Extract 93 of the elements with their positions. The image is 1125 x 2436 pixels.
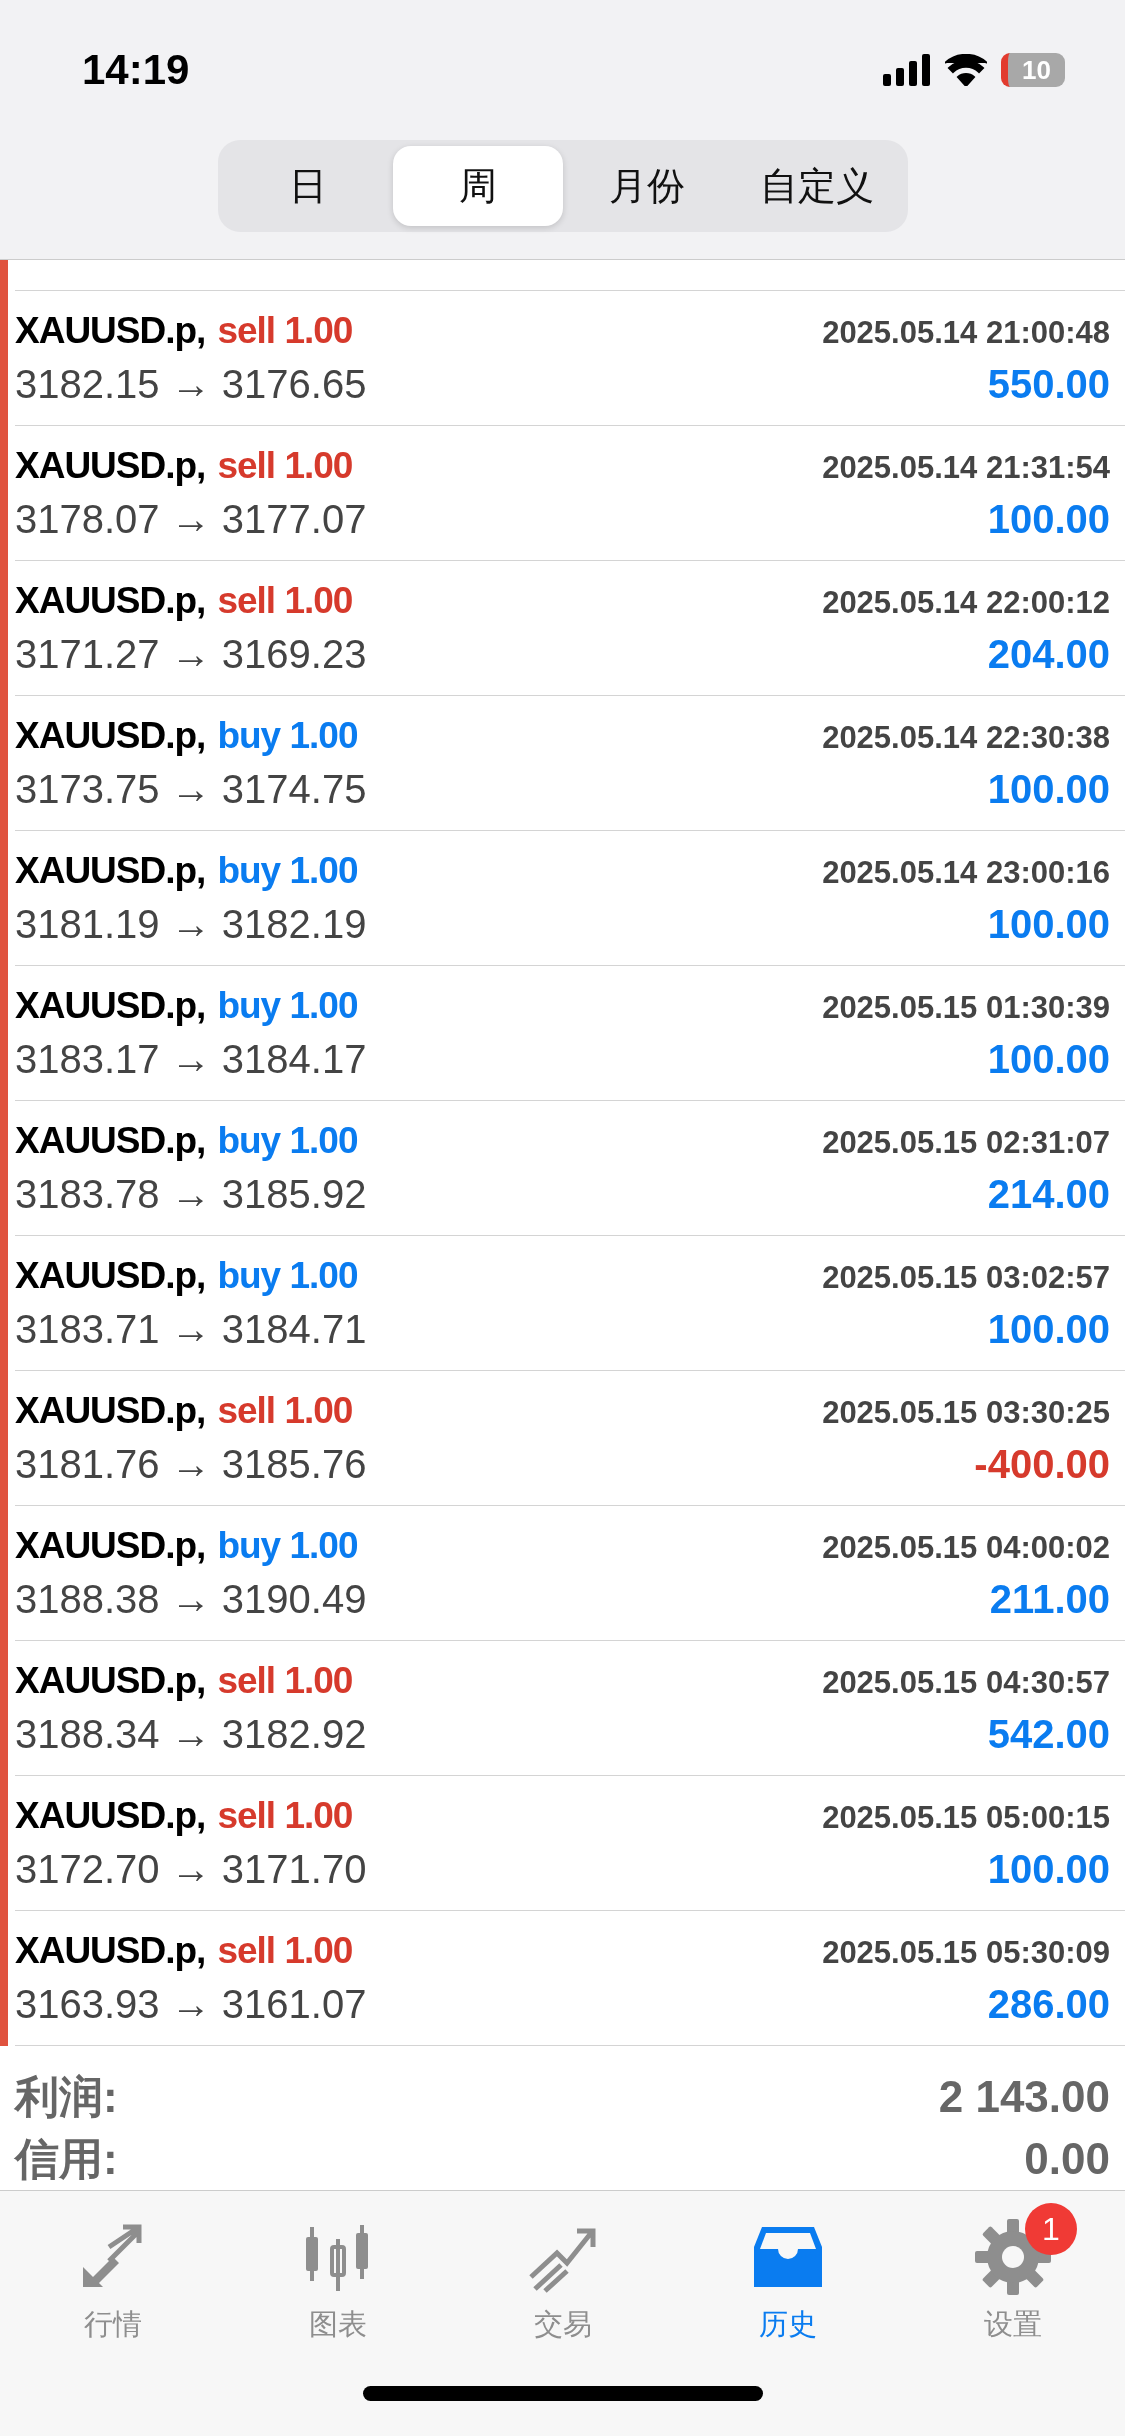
trade-symbol: XAUUSD.p, [15,309,206,352]
trade-row[interactable]: XAUUSD.p, sell 1.00 2025.05.15 05:30:09 3163.93 → 3161.07 286.00 [15,1911,1125,2047]
trade-profit: 204.00 [987,631,1110,677]
trade-order: buy 1.00 [217,1119,358,1162]
trade-prices: 3188.34 → 3182.92 [15,1711,367,1757]
trade-profit: -400.00 [974,1441,1110,1487]
trade-row[interactable]: XAUUSD.p, sell 1.00 2025.05.14 22:00:12 3171.27 → 3169.23 204.00 [15,561,1125,697]
notification-badge: 1 [1025,2203,1077,2256]
trade-prices: 3181.76 → 3185.76 [15,1441,367,1487]
trade-time: 2025.05.15 01:30:39 [822,989,1110,1026]
trade-order: buy 1.00 [217,1254,358,1297]
trade-symbol: XAUUSD.p, [15,984,206,1027]
summary-value: 0.00 [1024,2134,1110,2185]
trade-row[interactable]: XAUUSD.p, buy 1.00 2025.05.15 01:30:39 3183.17 → 3184.17 100.00 [15,966,1125,1102]
trade-symbol: XAUUSD.p, [15,1389,206,1432]
trade-prices: 3178.07 → 3177.07 [15,496,367,542]
wifi-icon [945,54,987,86]
trade-symbol: XAUUSD.p, [15,1119,206,1162]
trade-row[interactable]: XAUUSD.p, sell 1.00 2025.05.14 21:31:54 3178.07 → 3177.07 100.00 [15,426,1125,562]
tab-bar-item[interactable]: 设置 1 [900,2191,1125,2352]
trade-prices: 3172.70 → 3171.70 [15,1846,367,1892]
trade-time: 2025.05.14 23:00:16 [822,854,1110,891]
trade-time: 2025.05.15 05:00:15 [822,1799,1110,1836]
tab-bar-item[interactable]: 历史 [675,2191,900,2352]
summary-label: 信用: [15,2132,118,2185]
trade-row[interactable]: XAUUSD.p, buy 1.00 2025.05.14 22:30:38 3173.75 → 3174.75 100.00 [15,696,1125,832]
period-tab[interactable]: 自定义 [732,146,902,226]
trade-profit: 550.00 [987,361,1110,407]
trade-row[interactable]: XAUUSD.p, sell 1.00 2025.05.15 04:30:57 3188.34 → 3182.92 542.00 [15,1641,1125,1777]
trade-profit: 100.00 [987,766,1110,812]
trade-time: 2025.05.14 22:00:12 [822,584,1110,621]
status-time: 14:19 [82,46,190,94]
trade-order: sell 1.00 [217,1794,353,1837]
trade-order: sell 1.00 [217,579,353,622]
trade-symbol: XAUUSD.p, [15,1659,206,1702]
trade-profit: 214.00 [987,1171,1110,1217]
trade-profit: 100.00 [987,1846,1110,1892]
trade-profit: 100.00 [987,1036,1110,1082]
trade-profit: 286.00 [987,1981,1110,2027]
trade-row[interactable]: XAUUSD.p, buy 1.00 2025.05.15 03:02:57 3183.71 → 3184.71 100.00 [15,1236,1125,1372]
period-tab[interactable]: 日 [223,146,393,226]
period-tab[interactable]: 月份 [562,146,732,226]
trade-order: sell 1.00 [217,1659,353,1702]
period-tab[interactable]: 周 [393,146,563,226]
trade-order: sell 1.00 [217,444,353,487]
trade-symbol: XAUUSD.p, [15,579,206,622]
trade-prices: 3171.27 → 3169.23 [15,631,367,677]
trade-row[interactable]: XAUUSD.p, buy 1.00 2025.05.15 02:31:07 3183.78 → 3185.92 214.00 [15,1101,1125,1237]
trade-time: 2025.05.15 03:30:25 [822,1394,1110,1431]
trade-symbol: XAUUSD.p, [15,444,206,487]
trade-time: 2025.05.15 04:00:02 [822,1529,1110,1566]
signal-icon [883,54,931,86]
trade-order: buy 1.00 [217,1524,358,1567]
trade-prices: 3183.78 → 3185.92 [15,1171,367,1217]
trade-time: 2025.05.15 02:31:07 [822,1124,1110,1161]
trade-prices: 3173.75 → 3174.75 [15,766,367,812]
trade-row[interactable]: XAUUSD.p, sell 1.00 2025.05.15 03:30:25 3181.76 → 3185.76 -400.00 [15,1371,1125,1507]
trade-order: buy 1.00 [217,849,358,892]
trade-symbol: XAUUSD.p, [15,1794,206,1837]
trade-time: 2025.05.15 05:30:09 [822,1934,1110,1971]
trade-symbol: XAUUSD.p, [15,1254,206,1297]
trade-order: sell 1.00 [217,1929,353,1972]
trade-row[interactable]: XAUUSD.p, buy 1.00 2025.05.15 04:00:02 3188.38 → 3190.49 211.00 [15,1506,1125,1642]
trade-prices: 3183.71 → 3184.71 [15,1306,367,1352]
summary-value: 2 143.00 [938,2072,1110,2123]
trade-profit: 542.00 [987,1711,1110,1757]
trade-prices: 3183.17 → 3184.17 [15,1036,367,1082]
trade-prices: 3181.19 → 3182.19 [15,901,367,947]
trade-row[interactable]: XAUUSD.p, sell 1.00 2025.05.14 21:00:48 3182.15 → 3176.65 550.00 [15,291,1125,427]
trade-profit: 211.00 [989,1576,1110,1622]
summary-label: 利润: [15,2070,118,2123]
trade-order: sell 1.00 [217,1389,353,1432]
trade-time: 2025.05.14 21:31:54 [822,449,1110,486]
trade-symbol: XAUUSD.p, [15,714,206,757]
trade-row[interactable]: XAUUSD.p, sell 1.00 2025.05.15 05:00:15 3172.70 → 3171.70 100.00 [15,1776,1125,1912]
trade-profit: 100.00 [987,1306,1110,1352]
trade-time: 2025.05.15 03:02:57 [822,1259,1110,1296]
trade-prices: 3163.93 → 3161.07 [15,1981,367,2027]
trade-symbol: XAUUSD.p, [15,1929,206,1972]
trade-profit: 100.00 [987,496,1110,542]
trade-prices: 3188.38 → 3190.49 [15,1576,367,1622]
trade-time: 2025.05.15 04:30:57 [822,1664,1110,1701]
trade-time: 2025.05.14 21:00:48 [822,314,1110,351]
trade-order: buy 1.00 [217,714,358,757]
trade-time: 2025.05.14 22:30:38 [822,719,1110,756]
trade-prices: 3182.15 → 3176.65 [15,361,367,407]
trade-profit: 100.00 [987,901,1110,947]
trade-symbol: XAUUSD.p, [15,1524,206,1567]
trade-symbol: XAUUSD.p, [15,849,206,892]
trade-order: buy 1.00 [217,984,358,1027]
trade-order: sell 1.00 [217,309,353,352]
battery-indicator: 10 [1001,53,1065,87]
trade-row[interactable]: XAUUSD.p, buy 1.00 2025.05.14 23:00:16 3181.19 → 3182.19 100.00 [15,831,1125,967]
